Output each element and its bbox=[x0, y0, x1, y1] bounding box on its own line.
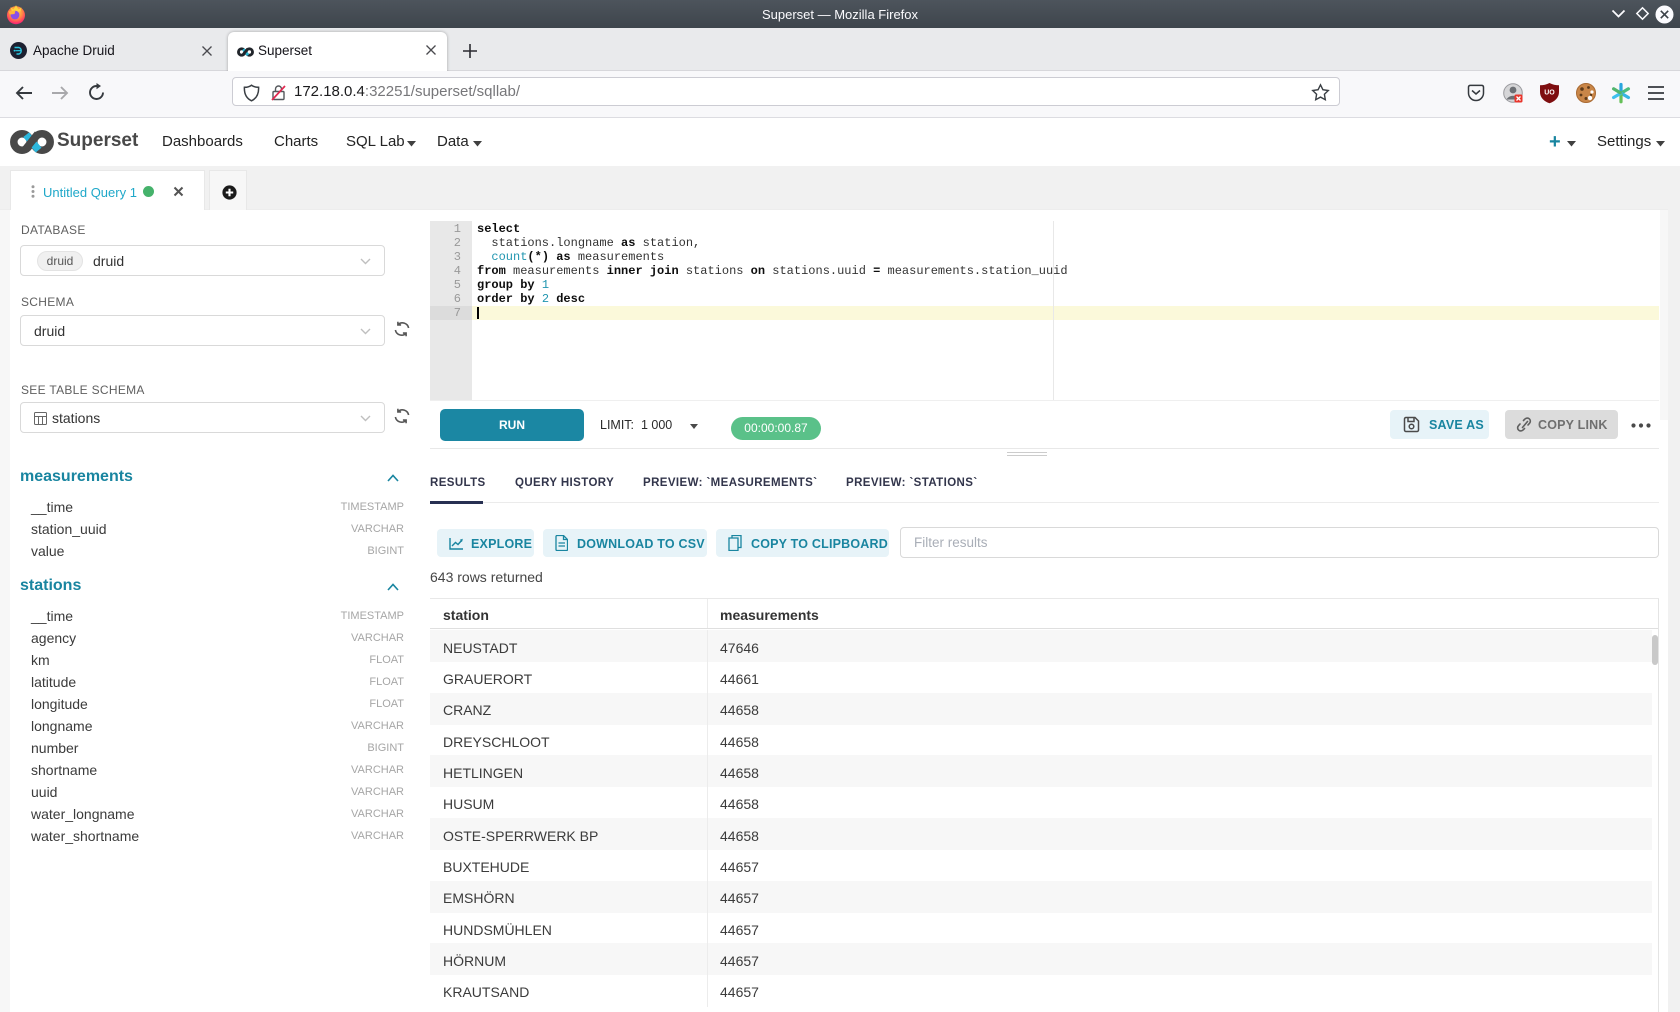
svg-text:UO: UO bbox=[1544, 90, 1555, 97]
